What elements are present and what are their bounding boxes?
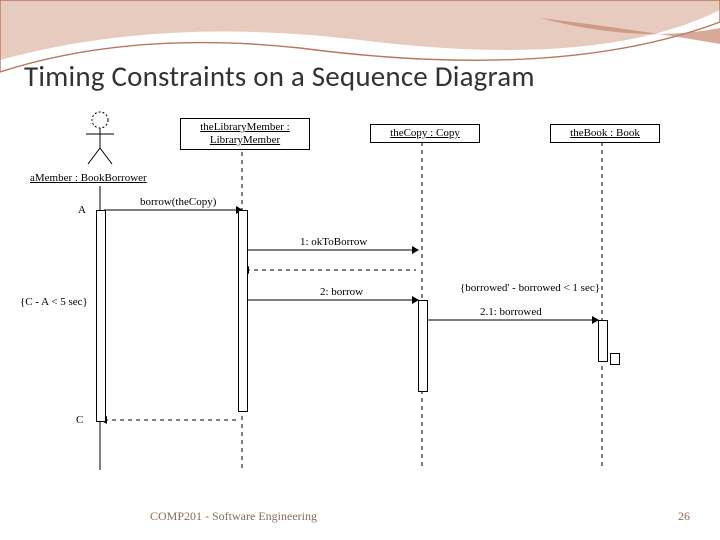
actor-icon <box>80 110 120 168</box>
msg-borrow-thecopy: borrow(theCopy) <box>140 196 216 208</box>
msg-ok-to-borrow: 1: okToBorrow <box>300 236 367 248</box>
activation-bar <box>598 320 608 362</box>
mark-c: C <box>76 414 83 426</box>
activation-bar <box>610 353 620 365</box>
footer-text: COMP201 - Software Engineering <box>150 509 317 524</box>
activation-bar <box>418 300 428 392</box>
actor-label: aMember : BookBorrower <box>30 172 147 184</box>
msg-borrow: 2: borrow <box>320 286 363 298</box>
participant-book: theBook : Book <box>550 124 660 143</box>
constraint-left: {C - A < 5 sec} <box>20 296 88 308</box>
sequence-diagram: aMember : BookBorrower theLibraryMember … <box>30 110 690 480</box>
p1-line2: LibraryMember <box>210 134 280 146</box>
participant-library-member: theLibraryMember : LibraryMember <box>180 118 310 150</box>
p2-label: theCopy : Copy <box>390 127 460 139</box>
msg-borrowed: 2.1: borrowed <box>480 306 542 318</box>
activation-bar <box>238 210 248 412</box>
p3-label: theBook : Book <box>570 127 640 139</box>
slide: Timing Constraints on a Sequence Diagram… <box>0 0 720 540</box>
mark-a: A <box>78 204 86 216</box>
participant-copy: theCopy : Copy <box>370 124 480 143</box>
page-number: 26 <box>678 509 690 524</box>
p1-line1: theLibraryMember : <box>200 121 290 133</box>
activation-bar <box>96 210 106 422</box>
arrowhead-icon <box>412 246 419 254</box>
constraint-right: {borrowed' - borrowed < 1 sec} <box>460 282 600 294</box>
slide-title: Timing Constraints on a Sequence Diagram <box>24 58 535 94</box>
